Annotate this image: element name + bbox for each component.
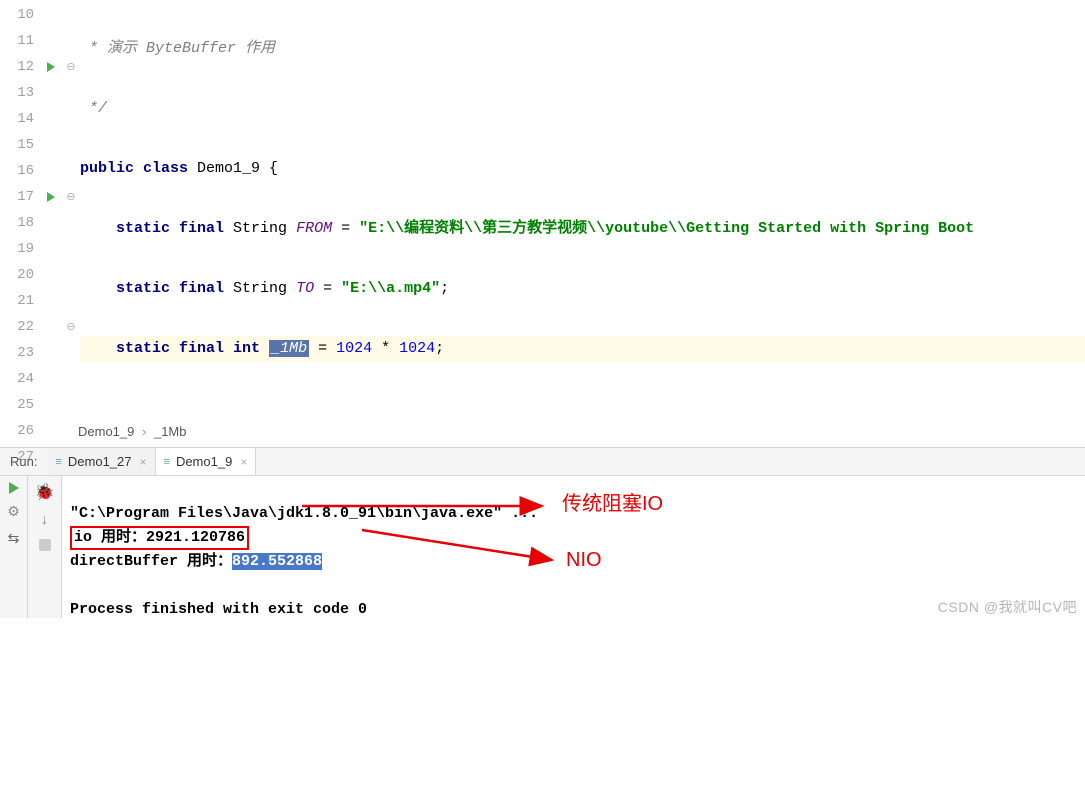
run-toolbar-2: 🐞 ↓ — [28, 476, 62, 618]
console-area: ⚙ ⇆ 🐞 ↓ "C:\Program Files\Java\jdk1.8.0_… — [0, 476, 1085, 618]
watermark: CSDN @我就叫CV吧 — [938, 597, 1077, 617]
arrow-annotation-icon — [362, 524, 562, 568]
console-line: "C:\Program Files\Java\jdk1.8.0_91\bin\j… — [70, 505, 538, 522]
run-tabs-bar: Run: ≡ Demo1_27 × ≡ Demo1_9 × — [0, 448, 1085, 476]
run-label: Run: — [0, 454, 47, 469]
breadcrumb[interactable]: Demo1_9 › _1Mb — [0, 420, 1085, 448]
annotation-label: NIO — [566, 548, 602, 572]
code-area[interactable]: * 演示 ByteBuffer 作用 */ public class Demo1… — [80, 0, 1085, 420]
fold-gutter: ⊖ ⊖ ⊖ — [62, 0, 80, 420]
console-line: directBuffer 用时：892.552868 — [70, 553, 322, 570]
fold-icon[interactable]: ⊖ — [62, 184, 80, 210]
play-icon[interactable] — [9, 482, 19, 494]
close-icon[interactable]: × — [240, 455, 247, 469]
annotation-label: 传统阻塞IO — [562, 492, 663, 516]
run-toolbar: ⚙ ⇆ — [0, 476, 28, 618]
run-gutter — [40, 0, 62, 420]
fold-icon[interactable]: ⊖ — [62, 314, 80, 340]
stop-icon[interactable] — [39, 539, 51, 551]
console-output[interactable]: "C:\Program Files\Java\jdk1.8.0_91\bin\j… — [62, 476, 1085, 618]
fold-icon[interactable]: ⊖ — [62, 54, 80, 80]
line-gutter: 101112 131415 161718 192021 222324 25262… — [0, 0, 40, 420]
console-selection: 892.552868 — [232, 553, 322, 570]
run-marker-icon[interactable] — [40, 54, 62, 80]
wrap-icon[interactable]: ⇆ — [8, 531, 20, 548]
gear-icon[interactable]: ⚙ — [7, 504, 20, 521]
down-icon[interactable]: ↓ — [40, 512, 49, 529]
run-marker-icon[interactable] — [40, 184, 62, 210]
run-tab[interactable]: ≡ Demo1_27 × — [47, 448, 155, 475]
breadcrumb-item[interactable]: Demo1_9 — [78, 424, 134, 439]
file-icon: ≡ — [164, 456, 170, 468]
file-icon: ≡ — [55, 456, 61, 468]
run-tab[interactable]: ≡ Demo1_9 × — [156, 448, 257, 475]
breadcrumb-item[interactable]: _1Mb — [154, 424, 187, 439]
console-line: Process finished with exit code 0 — [70, 601, 367, 618]
editor-area: 101112 131415 161718 192021 222324 25262… — [0, 0, 1085, 420]
close-icon[interactable]: × — [140, 455, 147, 469]
bug-icon[interactable]: 🐞 — [35, 482, 55, 502]
console-line-highlighted: io 用时：2921.120786 — [70, 526, 249, 550]
